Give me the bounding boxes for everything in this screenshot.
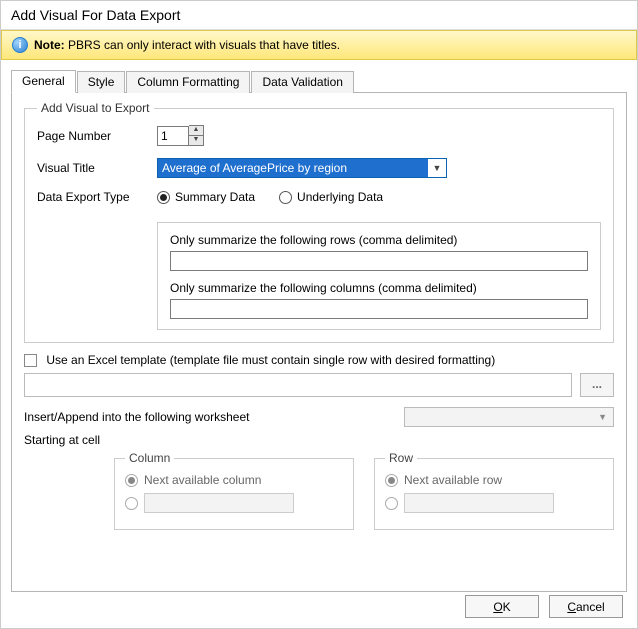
chevron-down-icon[interactable]: ▼ xyxy=(428,163,446,173)
note-prefix: Note: xyxy=(34,38,65,52)
worksheet-select[interactable]: ▼ xyxy=(404,407,614,427)
custom-row-input[interactable] xyxy=(404,493,554,513)
summarize-box: Only summarize the following rows (comma… xyxy=(157,222,601,330)
page-number-down-icon[interactable]: ▼ xyxy=(189,136,203,146)
dialog-button-bar: OK Cancel xyxy=(465,595,623,618)
worksheet-label: Insert/Append into the following workshe… xyxy=(24,410,394,424)
tab-data-validation[interactable]: Data Validation xyxy=(251,71,354,93)
radio-custom-row[interactable] xyxy=(385,493,603,513)
tab-style[interactable]: Style xyxy=(77,71,126,93)
browse-button[interactable]: ... xyxy=(580,373,614,397)
ok-button[interactable]: OK xyxy=(465,595,539,618)
visual-title-value: Average of AveragePrice by region xyxy=(158,159,428,177)
page-number-input[interactable] xyxy=(157,126,189,146)
note-bar: i Note: PBRS can only interact with visu… xyxy=(1,30,637,60)
chevron-down-icon[interactable]: ▼ xyxy=(592,412,613,422)
summarize-rows-input[interactable] xyxy=(170,251,588,271)
tab-strip: General Style Column Formatting Data Val… xyxy=(11,70,627,92)
add-visual-group: Add Visual to Export Page Number ▲ ▼ Vis… xyxy=(24,101,614,343)
excel-template-checkbox[interactable] xyxy=(24,354,37,367)
excel-template-path[interactable] xyxy=(24,373,572,397)
page-number-label: Page Number xyxy=(37,129,157,143)
starting-at-cell-label: Starting at cell xyxy=(24,433,614,447)
summarize-rows-label: Only summarize the following rows (comma… xyxy=(170,233,588,247)
radio-next-row[interactable]: Next available row xyxy=(385,473,603,487)
radio-custom-column[interactable] xyxy=(125,493,343,513)
summarize-cols-input[interactable] xyxy=(170,299,588,319)
page-number-up-icon[interactable]: ▲ xyxy=(189,126,203,136)
custom-column-input[interactable] xyxy=(144,493,294,513)
tab-body: Add Visual to Export Page Number ▲ ▼ Vis… xyxy=(11,92,627,592)
radio-next-column[interactable]: Next available column xyxy=(125,473,343,487)
export-type-label: Data Export Type xyxy=(37,190,157,204)
visual-title-select[interactable]: Average of AveragePrice by region ▼ xyxy=(157,158,447,178)
radio-summary-data[interactable]: Summary Data xyxy=(157,190,255,204)
column-group: Column Next available column xyxy=(114,451,354,530)
visual-title-label: Visual Title xyxy=(37,161,157,175)
dialog-title: Add Visual For Data Export xyxy=(1,1,637,30)
row-group: Row Next available row xyxy=(374,451,614,530)
tab-general[interactable]: General xyxy=(11,70,76,93)
note-text: PBRS can only interact with visuals that… xyxy=(65,38,340,52)
group-legend: Add Visual to Export xyxy=(37,101,154,115)
cancel-button[interactable]: Cancel xyxy=(549,595,623,618)
radio-underlying-data[interactable]: Underlying Data xyxy=(279,190,383,204)
excel-template-label: Use an Excel template (template file mus… xyxy=(46,353,495,367)
tab-column-formatting[interactable]: Column Formatting xyxy=(126,71,250,93)
info-icon: i xyxy=(12,37,28,53)
summarize-cols-label: Only summarize the following columns (co… xyxy=(170,281,588,295)
